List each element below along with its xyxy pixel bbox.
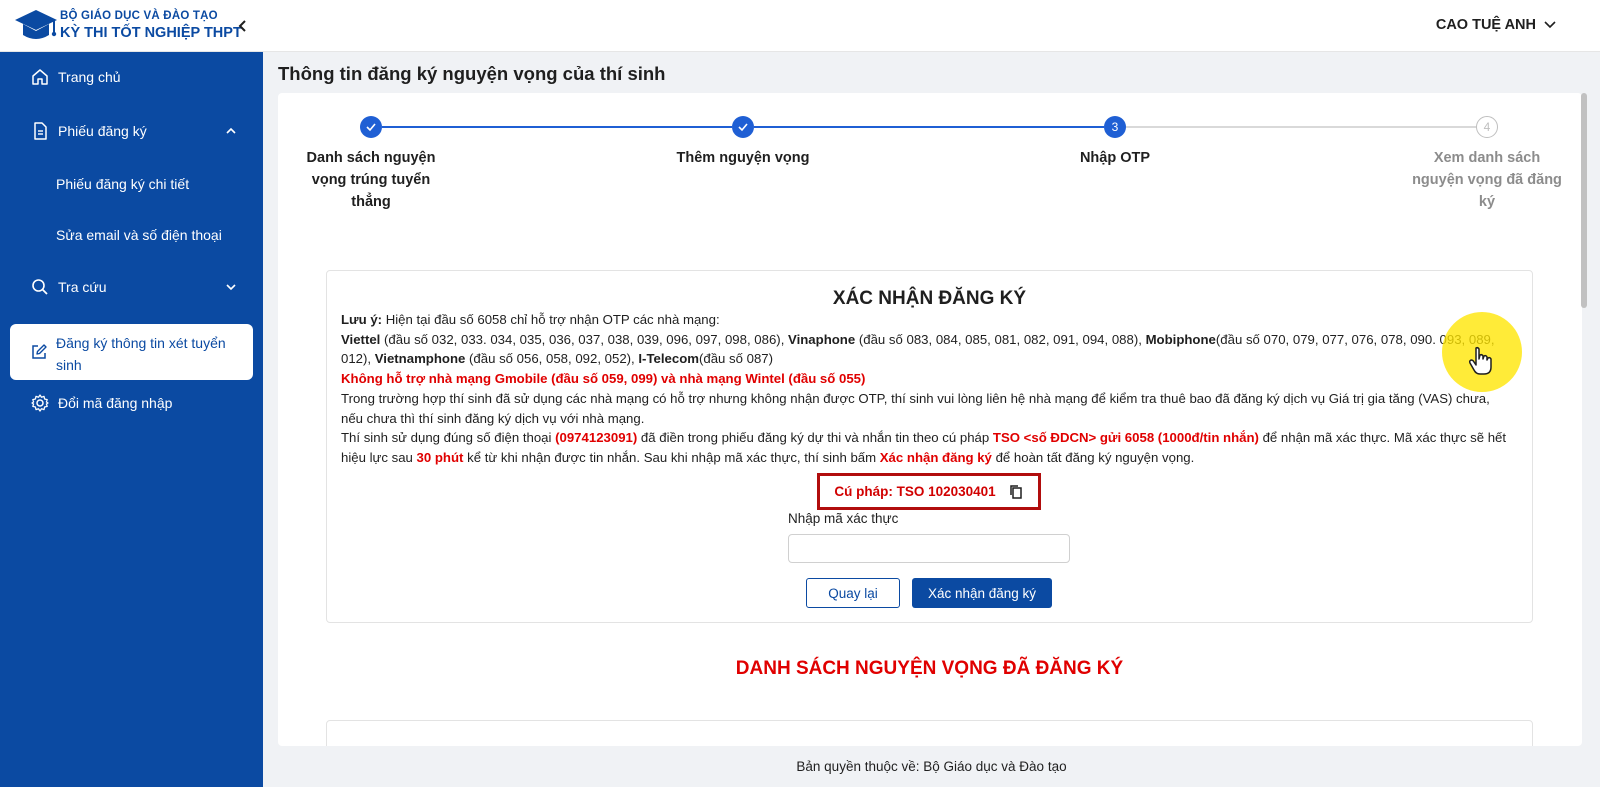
graduation-cap-logo-icon [15, 10, 57, 39]
copy-icon[interactable] [1008, 484, 1024, 500]
home-icon [32, 69, 48, 85]
sidebar-item-label: Đổi mã đăng nhập [58, 395, 173, 411]
vas-note: Trong trường hợp thí sinh đã sử dụng các… [341, 391, 1490, 426]
sidebar-item-change-password[interactable]: Đổi mã đăng nhập [0, 381, 263, 425]
confirm-title: XÁC NHẬN ĐĂNG KÝ [832, 288, 1027, 309]
step-2-label: Thêm nguyện vọng [676, 150, 810, 166]
sidebar-item-label: Phiếu đăng ký [58, 123, 147, 139]
carrier-note: Lưu ý: Hiện tại đầu số 6058 chỉ hỗ trợ n… [341, 312, 1495, 367]
copyright-text: Bản quyền thuộc về: Bộ Giáo dục và Đào t… [796, 759, 1067, 774]
sms-instructions: Thí sinh sử dụng đúng số điện thoại (097… [341, 430, 1507, 465]
step-connector [1126, 126, 1476, 128]
step-4-label: Xem danh sách nguyện vọng đã đăng ký [1412, 150, 1562, 210]
step-3-indicator: 3 [1104, 116, 1126, 138]
sidebar-item-home[interactable]: Trang chủ [0, 55, 263, 99]
registered-list-title: DANH SÁCH NGUYỆN VỌNG ĐÃ ĐĂNG KÝ [735, 658, 1124, 679]
sidebar-item-label: Đăng ký thông tin xét tuyển sinh [56, 335, 226, 373]
sidebar-item-label: Tra cứu [58, 279, 107, 295]
sms-syntax-box: Cú pháp: TSO 102030401 [817, 473, 1041, 510]
chevron-up-icon [226, 127, 236, 134]
chevron-down-icon [226, 284, 236, 291]
user-menu[interactable]: CAO TUỆ ANH [1436, 17, 1556, 33]
footer: Bản quyền thuộc về: Bộ Giáo dục và Đào t… [263, 746, 1600, 787]
document-icon [34, 122, 47, 140]
check-icon [738, 123, 748, 132]
edit-icon [32, 344, 47, 359]
step-3-label: Nhập OTP [1079, 150, 1151, 166]
scrollbar[interactable] [1581, 93, 1587, 308]
page-title: Thông tin đăng ký nguyện vọng của thí si… [278, 63, 666, 84]
otp-label: Nhập mã xác thực [788, 511, 899, 526]
back-button[interactable]: Quay lại [806, 578, 900, 608]
confirm-registration-button[interactable]: Xác nhận đăng ký [912, 578, 1052, 608]
hand-cursor-icon [1468, 346, 1492, 375]
step-1-label: Danh sách nguyện vọng trúng tuyển thẳng [306, 150, 436, 210]
user-name: CAO TUỆ ANH [1435, 17, 1536, 33]
sidebar-item-admission-registration[interactable]: Đăng ký thông tin xét tuyển sinh [10, 324, 253, 380]
check-icon [366, 123, 376, 132]
step-connector [382, 126, 732, 128]
step-1-indicator [360, 116, 382, 138]
otp-input[interactable] [788, 534, 1070, 563]
sidebar-item-form-detail[interactable]: Phiếu đăng ký chi tiết [0, 164, 263, 204]
top-bar: BỘ GIÁO DỤC VÀ ĐÀO TẠO KỲ THI TỐT NGHIỆP… [0, 0, 1600, 52]
unsupported-carriers-warning: Không hỗ trợ nhà mạng Gmobile (đầu số 05… [341, 371, 866, 386]
chevron-left-icon [238, 20, 246, 32]
sidebar-item-lookup[interactable]: Tra cứu [0, 265, 263, 309]
collapse-sidebar-button[interactable] [232, 14, 254, 38]
step-2-indicator [732, 116, 754, 138]
step-connector [754, 126, 1104, 128]
sidebar-item-label: Sửa email và số điện thoại [56, 227, 222, 243]
gear-icon [31, 394, 49, 412]
sidebar-item-registration-form[interactable]: Phiếu đăng ký [0, 109, 263, 153]
brand[interactable]: BỘ GIÁO DỤC VÀ ĐÀO TẠO KỲ THI TỐT NGHIỆP… [60, 10, 242, 41]
brand-ministry: BỘ GIÁO DỤC VÀ ĐÀO TẠO [60, 10, 218, 22]
sidebar-item-edit-contact[interactable]: Sửa email và số điện thoại [0, 215, 263, 255]
sidebar-item-label: Trang chủ [58, 69, 121, 85]
step-4-indicator: 4 [1476, 116, 1498, 138]
sidebar: Trang chủ Phiếu đăng ký Phiếu đăng ký ch… [0, 52, 263, 787]
sms-syntax-text: Cú pháp: TSO 102030401 [834, 484, 996, 499]
sidebar-item-label: Phiếu đăng ký chi tiết [56, 176, 190, 192]
search-icon [32, 279, 48, 295]
chevron-down-icon [1544, 21, 1556, 29]
brand-exam: KỲ THI TỐT NGHIỆP THPT [60, 25, 242, 41]
